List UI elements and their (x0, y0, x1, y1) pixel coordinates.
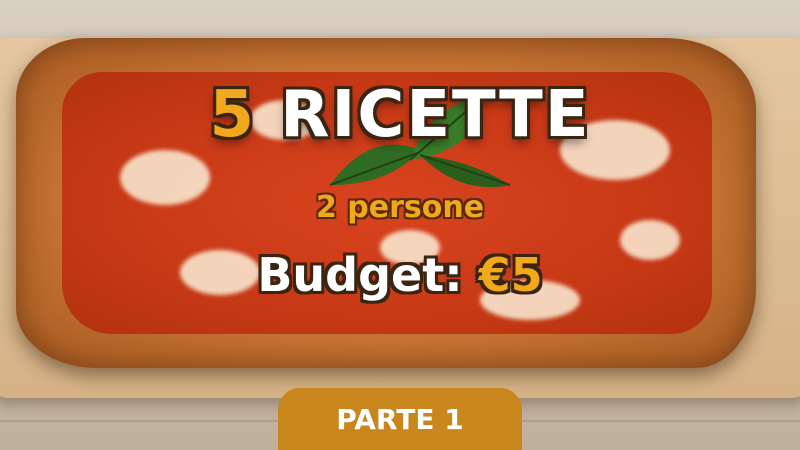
headline-word: RICETTE (280, 78, 591, 152)
part-badge-label: PARTE 1 (336, 402, 464, 436)
budget-amount: €5 (478, 248, 543, 302)
headline: 5 RICETTE (0, 78, 800, 152)
servings-subtitle: 2 persone (315, 190, 485, 225)
headline-number: 5 (209, 78, 256, 152)
budget-line: Budget: €5 (0, 248, 800, 302)
budget-label: Budget: (257, 248, 463, 302)
part-badge: PARTE 1 (278, 388, 522, 450)
thumbnail: 5 RICETTE 2 persone Budget: €5 PARTE 1 (0, 0, 800, 450)
